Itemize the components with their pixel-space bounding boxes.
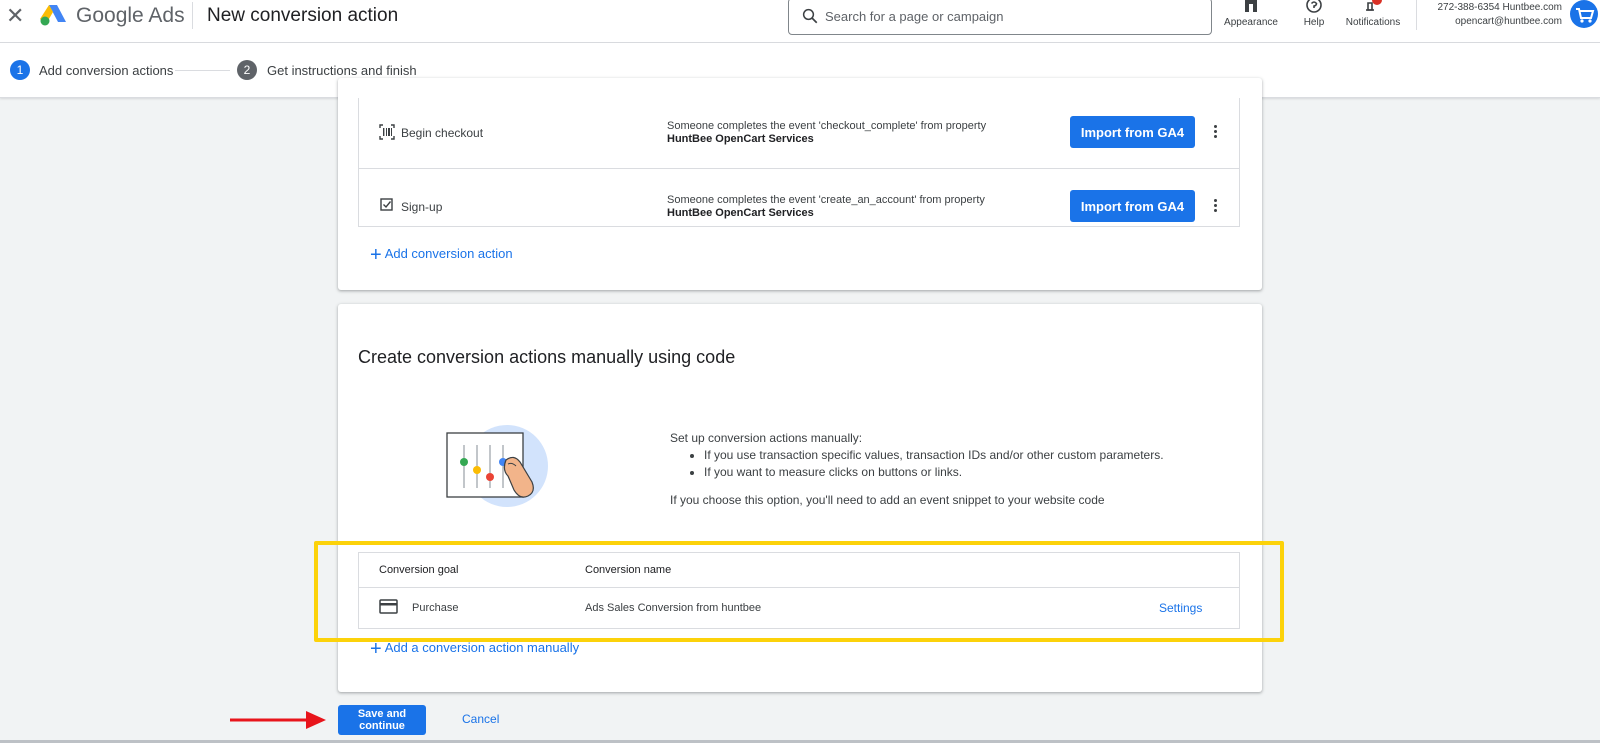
column-header-name: Conversion name <box>585 564 672 576</box>
account-info[interactable]: 272-388-6354 Huntbee.com opencart@huntbe… <box>1420 1 1562 29</box>
help-label: Help <box>1303 17 1325 28</box>
add-conversion-action-link[interactable]: + Add conversion action <box>370 244 513 266</box>
events-table: Begin checkout Someone completes the eve… <box>358 98 1240 227</box>
import-from-ga4-button[interactable]: Import from GA4 <box>1070 116 1195 148</box>
add-manual-conversion-label: Add a conversion action manually <box>384 640 580 655</box>
avatar[interactable] <box>1570 0 1598 28</box>
google-ads-logo <box>40 5 66 26</box>
event-property: HuntBee OpenCart Services <box>667 133 814 145</box>
checkbox-icon <box>380 198 393 211</box>
table-row: Sign-up Someone completes the event 'cre… <box>359 169 1239 241</box>
close-icon[interactable]: ✕ <box>6 5 24 27</box>
credit-card-icon <box>379 599 398 614</box>
info-bullets: If you use transaction specific values, … <box>704 447 1230 481</box>
event-name: Begin checkout <box>401 126 484 140</box>
search-icon <box>802 8 818 24</box>
step-number: 2 <box>237 60 257 80</box>
account-email: opencart@huntbee.com <box>1455 16 1562 27</box>
info-note: If you choose this option, you'll need t… <box>670 493 1105 507</box>
conversion-name: Ads Sales Conversion from huntbee <box>585 602 762 614</box>
import-events-card: Begin checkout Someone completes the eve… <box>338 78 1262 290</box>
column-header-goal: Conversion goal <box>379 564 459 576</box>
table-row: Begin checkout Someone completes the eve… <box>359 94 1239 169</box>
plus-icon: + <box>370 244 382 266</box>
event-rule: Someone completes the event 'create_an_a… <box>667 194 985 206</box>
plus-icon: + <box>370 638 382 660</box>
table-row: Purchase Ads Sales Conversion from huntb… <box>359 588 1239 628</box>
add-conversion-action-label: Add conversion action <box>384 246 513 261</box>
top-header: ✕ Google Ads New conversion action Appea… <box>0 0 1600 43</box>
manual-conversion-card: Create conversion actions manually using… <box>338 304 1262 692</box>
barcode-scan-icon <box>379 124 395 140</box>
manual-info: Set up conversion actions manually: If y… <box>670 430 1230 509</box>
page-title: New conversion action <box>207 5 399 26</box>
bell-icon <box>1366 0 1382 11</box>
cart-icon <box>1576 8 1595 23</box>
header-divider <box>1416 0 1417 30</box>
goal-name: Purchase <box>412 602 459 614</box>
step-number: 1 <box>10 60 30 80</box>
search-input[interactable] <box>825 5 1195 27</box>
conversion-goal-table: Conversion goal Conversion name Purchase… <box>358 552 1240 629</box>
step-connector <box>175 70 230 71</box>
help-icon <box>1306 0 1322 13</box>
search-box[interactable] <box>788 0 1212 35</box>
event-description: Someone completes the event 'create_an_a… <box>667 194 985 220</box>
sliders-illustration <box>446 425 548 507</box>
header-divider <box>192 2 193 29</box>
import-from-ga4-button[interactable]: Import from GA4 <box>1070 190 1195 222</box>
save-and-continue-button[interactable]: Save and continue <box>338 705 426 735</box>
brand-name: Google Ads <box>76 4 185 27</box>
event-rule: Someone completes the event 'checkout_co… <box>667 120 987 132</box>
cancel-button[interactable]: Cancel <box>462 712 499 726</box>
settings-link[interactable]: Settings <box>1159 601 1202 615</box>
info-bullet: If you want to measure clicks on buttons… <box>704 464 1230 481</box>
event-description: Someone completes the event 'checkout_co… <box>667 120 986 146</box>
appearance-icon <box>1245 0 1257 12</box>
help-button[interactable]: Help <box>1298 0 1330 32</box>
info-intro: Set up conversion actions manually: <box>670 431 863 445</box>
appearance-button[interactable]: Appearance <box>1222 0 1280 32</box>
info-bullet: If you use transaction specific values, … <box>704 447 1230 464</box>
add-manual-conversion-link[interactable]: + Add a conversion action manually <box>370 638 580 660</box>
event-name: Sign-up <box>401 200 443 214</box>
event-property: HuntBee OpenCart Services <box>667 207 814 219</box>
more-vert-icon[interactable] <box>1209 123 1221 141</box>
red-arrow-icon <box>230 711 326 729</box>
step-get-instructions[interactable]: Get instructions and finish <box>267 63 417 79</box>
section-title: Create conversion actions manually using… <box>358 347 736 367</box>
step-add-conversion-actions[interactable]: Add conversion actions <box>39 63 173 79</box>
appearance-label: Appearance <box>1224 17 1278 28</box>
account-id: 272-388-6354 Huntbee.com <box>1437 2 1562 13</box>
table-header: Conversion goal Conversion name <box>359 553 1239 588</box>
notifications-label: Notifications <box>1345 17 1401 28</box>
notifications-button[interactable]: Notifications <box>1340 0 1406 32</box>
more-vert-icon[interactable] <box>1209 197 1221 215</box>
